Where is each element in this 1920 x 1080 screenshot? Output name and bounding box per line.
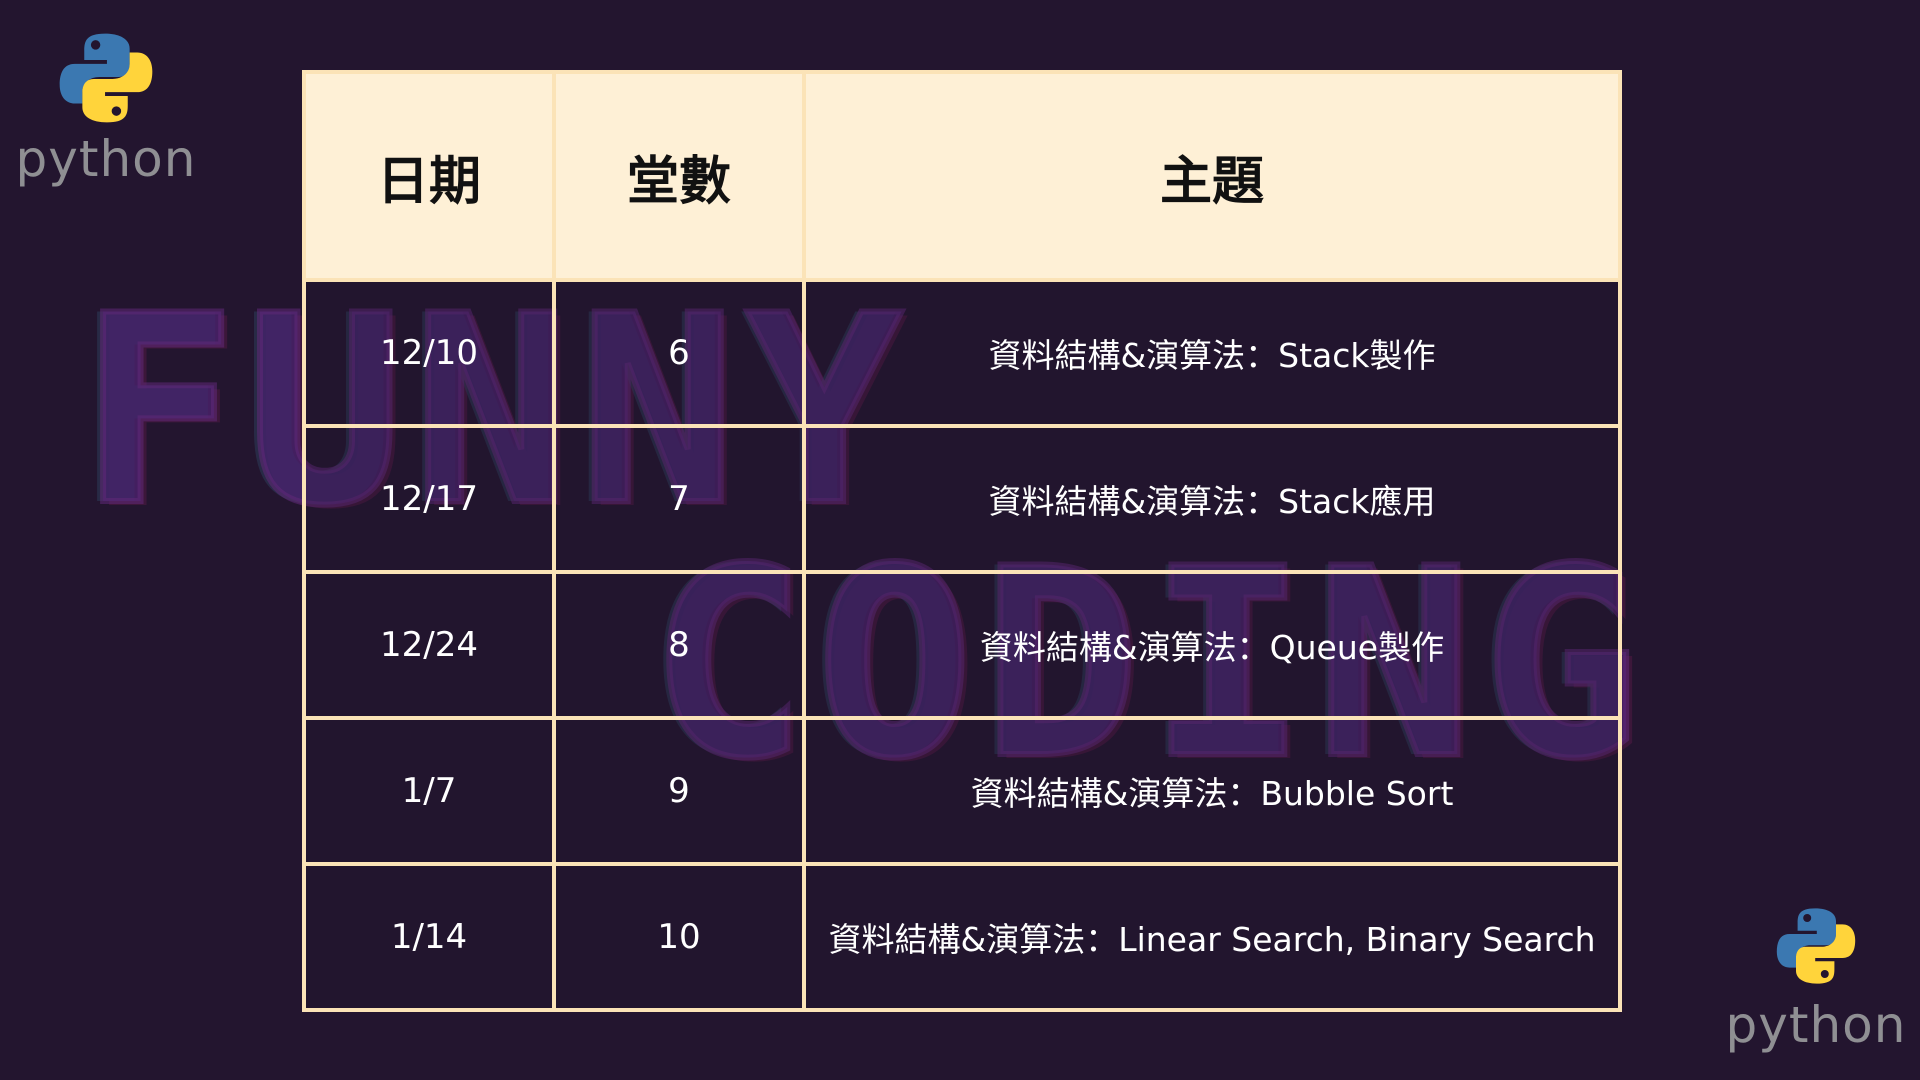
python-snake-icon bbox=[1776, 908, 1856, 984]
lesson-cell: 6 bbox=[552, 278, 806, 428]
python-wordmark: python bbox=[15, 130, 197, 188]
python-wordmark: python bbox=[1725, 996, 1907, 1054]
schedule-table: 日期 堂數 主題 12/10 6 資料結構&演算法：Stack製作 12/17 … bbox=[302, 70, 1622, 1012]
date-cell: 1/14 bbox=[302, 862, 556, 1012]
table-row: 12/10 6 資料結構&演算法：Stack製作 bbox=[302, 278, 1622, 428]
column-header-lesson: 堂數 bbox=[552, 70, 806, 282]
topic-cell: 資料結構&演算法：Stack應用 bbox=[802, 424, 1622, 574]
lesson-cell: 8 bbox=[552, 570, 806, 720]
date-cell: 1/7 bbox=[302, 716, 556, 866]
date-cell: 12/10 bbox=[302, 278, 556, 428]
lesson-cell: 9 bbox=[552, 716, 806, 866]
date-cell: 12/17 bbox=[302, 424, 556, 574]
date-cell: 12/24 bbox=[302, 570, 556, 720]
python-snake-icon bbox=[59, 33, 153, 123]
slide: FUNNY CODING python python 日期 堂數 主題 12/1… bbox=[0, 0, 1920, 1080]
topic-cell: 資料結構&演算法：Bubble Sort bbox=[802, 716, 1622, 866]
column-header-date: 日期 bbox=[302, 70, 556, 282]
table-header-row: 日期 堂數 主題 bbox=[302, 70, 1622, 282]
topic-cell: 資料結構&演算法：Stack製作 bbox=[802, 278, 1622, 428]
lesson-cell: 10 bbox=[552, 862, 806, 1012]
column-header-topic: 主題 bbox=[802, 70, 1622, 282]
table-row: 1/14 10 資料結構&演算法：Linear Search, Binary S… bbox=[302, 862, 1622, 1012]
table-row: 1/7 9 資料結構&演算法：Bubble Sort bbox=[302, 716, 1622, 866]
topic-cell: 資料結構&演算法：Queue製作 bbox=[802, 570, 1622, 720]
table-row: 12/17 7 資料結構&演算法：Stack應用 bbox=[302, 424, 1622, 574]
python-logo-bottom-right: python bbox=[1726, 896, 1905, 1050]
table-row: 12/24 8 資料結構&演算法：Queue製作 bbox=[302, 570, 1622, 720]
topic-cell: 資料結構&演算法：Linear Search, Binary Search bbox=[802, 862, 1622, 1012]
lesson-cell: 7 bbox=[552, 424, 806, 574]
python-logo-top-left: python bbox=[16, 26, 195, 184]
